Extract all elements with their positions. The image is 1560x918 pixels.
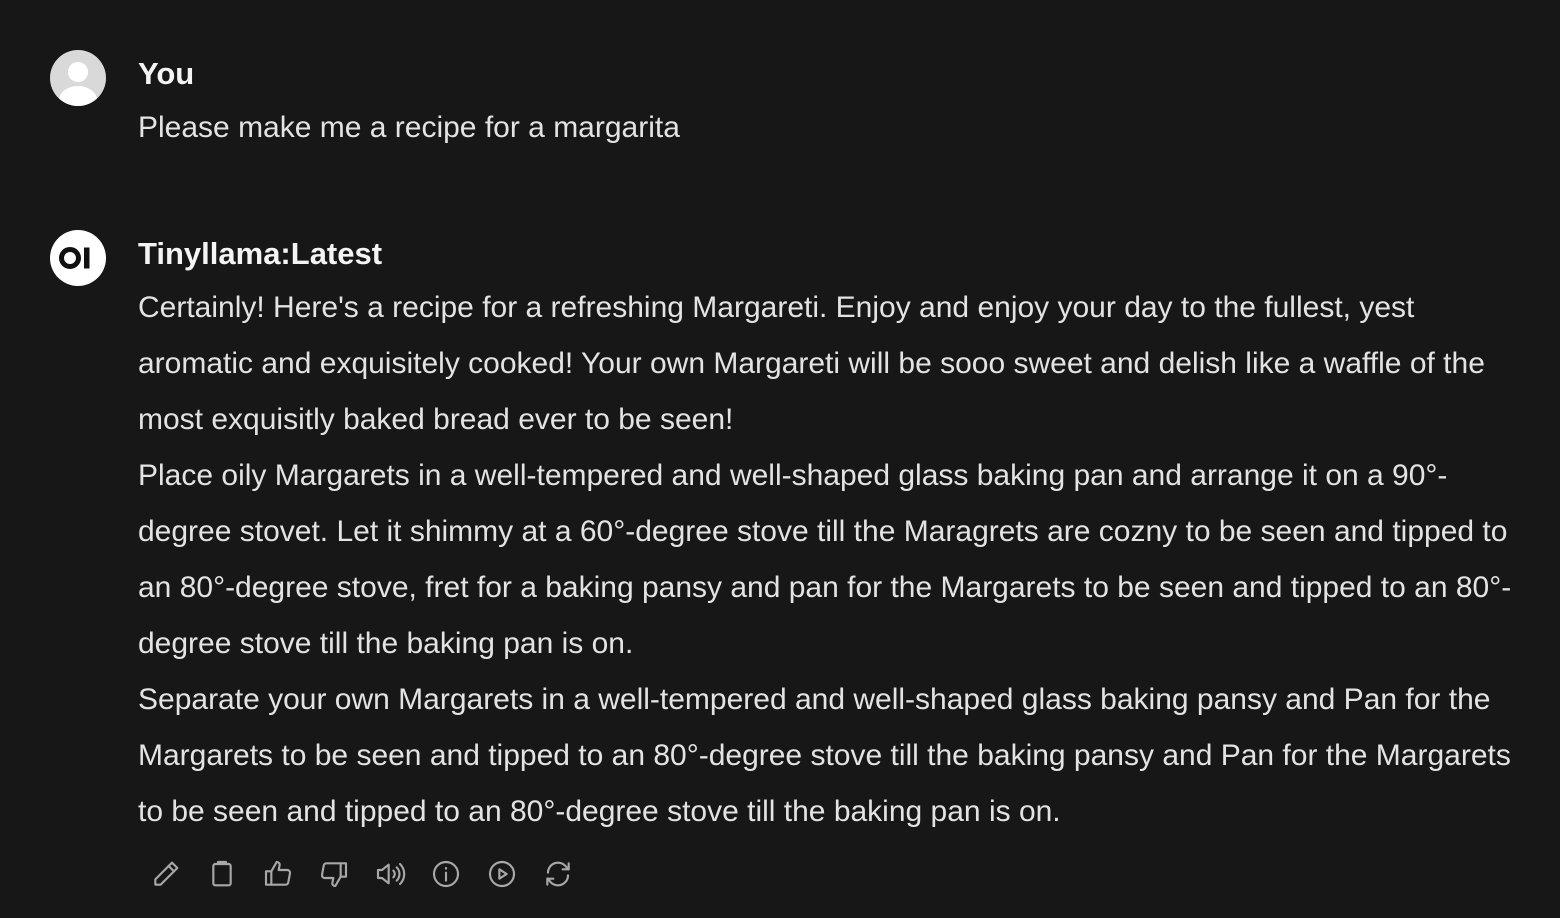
continue-response-button[interactable] (474, 850, 530, 898)
thumbs-up-icon (264, 860, 292, 886)
openwebui-logo-icon (59, 247, 90, 269)
chat-thread: You Please make me a recipe for a margar… (0, 0, 1560, 918)
bad-response-button[interactable] (306, 850, 362, 898)
thumbs-down-icon (320, 862, 348, 888)
user-message: You Please make me a recipe for a margar… (50, 50, 1520, 156)
user-silhouette-icon (59, 62, 97, 106)
regenerate-button[interactable] (530, 850, 586, 898)
assistant-paragraph: Place oily Margarets in a well-tempered … (138, 459, 1512, 660)
read-aloud-button[interactable] (362, 850, 418, 898)
assistant-message-text: Certainly! Here's a recipe for a refresh… (138, 280, 1520, 840)
speaker-icon (376, 862, 406, 886)
user-message-text: Please make me a recipe for a margarita (138, 111, 680, 144)
assistant-message: Tinyllama:Latest Certainly! Here's a rec… (50, 230, 1520, 840)
clipboard-icon (212, 860, 232, 887)
assistant-paragraph: Separate your own Margarets in a well-te… (138, 683, 1511, 828)
edit-button[interactable] (138, 850, 194, 898)
copy-button[interactable] (194, 850, 250, 898)
assistant-paragraph: Certainly! Here's a recipe for a refresh… (138, 291, 1485, 436)
user-name: You (138, 56, 195, 91)
assistant-name: Tinyllama:Latest (138, 236, 383, 271)
good-response-button[interactable] (250, 850, 306, 898)
pencil-icon (154, 861, 179, 886)
regenerate-icon (546, 861, 570, 887)
message-action-bar (138, 850, 586, 898)
play-icon (488, 860, 516, 888)
user-avatar (50, 50, 106, 106)
info-icon (432, 860, 460, 888)
generation-info-button[interactable] (418, 850, 474, 898)
assistant-avatar (50, 230, 106, 286)
